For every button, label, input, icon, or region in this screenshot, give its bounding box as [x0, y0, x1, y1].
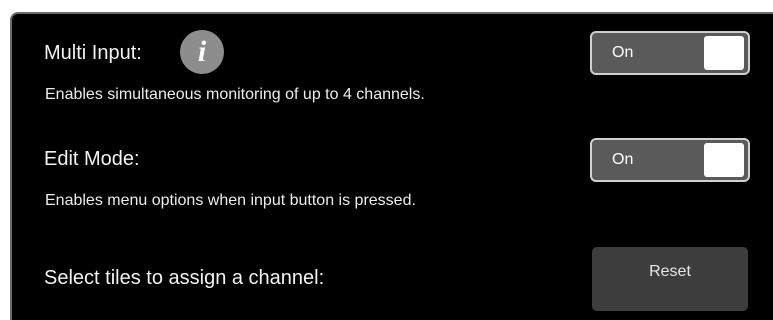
edit-mode-toggle-knob: [704, 143, 744, 177]
multi-input-description: Enables simultaneous monitoring of up to…: [45, 86, 425, 103]
multi-input-toggle-label: On: [612, 44, 634, 61]
settings-panel: Multi Input: i Enables simultaneous moni…: [10, 12, 773, 320]
info-icon[interactable]: i: [180, 30, 224, 74]
reset-button[interactable]: Reset: [592, 247, 748, 311]
edit-mode-toggle-label: On: [612, 151, 634, 168]
select-tiles-label: Select tiles to assign a channel:: [44, 267, 325, 289]
edit-mode-toggle[interactable]: On: [590, 138, 750, 182]
edit-mode-title: Edit Mode:: [44, 148, 140, 170]
edit-mode-description: Enables menu options when input button i…: [45, 192, 416, 209]
multi-input-title: Multi Input:: [44, 42, 142, 64]
multi-input-toggle-knob: [704, 36, 744, 70]
multi-input-toggle[interactable]: On: [590, 31, 750, 75]
